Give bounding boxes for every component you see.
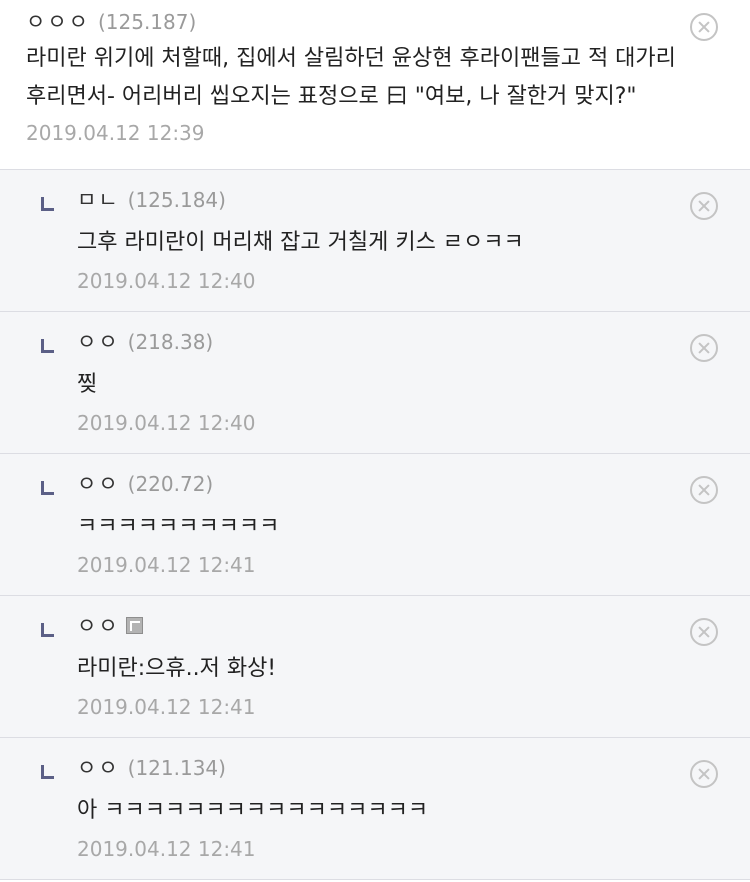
reply-ip: (220.72): [127, 472, 214, 496]
reply-comment: ㅇㅇ (121.134) 아 ㅋㅋㅋㅋㅋㅋㅋㅋㅋㅋㅋㅋㅋㅋㅋㅋ 2019.04.1…: [0, 738, 750, 880]
delete-reply-button[interactable]: [690, 476, 718, 504]
comment-ip: (125.187): [97, 10, 197, 34]
reply-nickname[interactable]: ㅇㅇ: [77, 330, 120, 354]
delete-comment-button[interactable]: [690, 13, 718, 41]
reply-comment: ㅇㅇ (218.38) 찢 2019.04.12 12:40: [0, 312, 750, 454]
reply-ip: (125.184): [127, 188, 226, 212]
reply-author-line: ㅇㅇ (218.38): [77, 328, 750, 356]
reply-nickname[interactable]: ㅁㄴ: [77, 188, 120, 212]
reply-text: 찢: [77, 372, 98, 397]
reply-author-line: ㅇㅇ (220.72): [77, 470, 750, 498]
reply-timestamp: 2019.04.12 12:41: [77, 553, 256, 577]
reply-timestamp: 2019.04.12 12:41: [77, 695, 256, 719]
comment-author-line: ㅇㅇㅇ (125.187): [26, 8, 724, 36]
reply-arrow-icon: [41, 765, 54, 779]
comment: ㅇㅇㅇ (125.187) 라미란 위기에 처할때, 집에서 살림하던 윤상현 후…: [0, 0, 750, 170]
reply-timestamp: 2019.04.12 12:41: [77, 837, 256, 861]
fixed-nick-icon: [125, 617, 143, 634]
reply-text: 라미란:으휴..저 화상!: [77, 656, 277, 681]
reply-text: ㅋㅋㅋㅋㅋㅋㅋㅋㅋㅋ: [77, 514, 280, 539]
reply-arrow-icon: [41, 623, 54, 637]
reply-arrow-icon: [41, 481, 54, 495]
delete-reply-button[interactable]: [690, 618, 718, 646]
reply-author-line: ㅇㅇ (121.134): [77, 754, 750, 782]
comment-timestamp: 2019.04.12 12:39: [26, 121, 205, 145]
reply-text: 그후 라미란이 머리채 잡고 거칠게 키스 ㄹㅇㅋㅋ: [77, 230, 524, 255]
reply-nickname[interactable]: ㅇㅇ: [77, 472, 120, 496]
delete-reply-button[interactable]: [690, 334, 718, 362]
reply-ip: (121.134): [127, 756, 226, 780]
reply-arrow-icon: [41, 339, 54, 353]
reply-author-line: ㅁㄴ (125.184): [77, 186, 750, 214]
reply-comment: ㅁㄴ (125.184) 그후 라미란이 머리채 잡고 거칠게 키스 ㄹㅇㅋㅋ 2…: [0, 170, 750, 312]
comment-list: ㅇㅇㅇ (125.187) 라미란 위기에 처할때, 집에서 살림하던 윤상현 후…: [0, 0, 750, 882]
reply-text: 아 ㅋㅋㅋㅋㅋㅋㅋㅋㅋㅋㅋㅋㅋㅋㅋㅋ: [77, 798, 429, 823]
reply-ip: (218.38): [127, 330, 214, 354]
delete-reply-button[interactable]: [690, 760, 718, 788]
reply-comment: ㅇㅇ (220.72) ㅋㅋㅋㅋㅋㅋㅋㅋㅋㅋ 2019.04.12 12:41: [0, 454, 750, 596]
reply-timestamp: 2019.04.12 12:40: [77, 269, 256, 293]
reply-timestamp: 2019.04.12 12:40: [77, 411, 256, 435]
delete-reply-button[interactable]: [690, 192, 718, 220]
comment-text: 라미란 위기에 처할때, 집에서 살림하던 윤상현 후라이팬들고 적 대가리 후…: [26, 46, 676, 109]
reply-arrow-icon: [41, 197, 54, 211]
reply-nickname[interactable]: ㅇㅇ: [77, 756, 120, 780]
reply-comment: ㅇㅇ 라미란:으휴..저 화상! 2019.04.12 12:41: [0, 596, 750, 738]
reply-author-line: ㅇㅇ: [77, 612, 750, 640]
reply-nickname[interactable]: ㅇㅇ: [77, 614, 120, 638]
comment-nickname[interactable]: ㅇㅇㅇ: [26, 10, 90, 34]
